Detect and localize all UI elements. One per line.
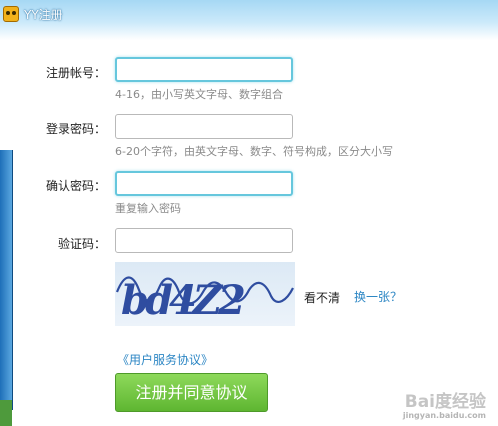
- password-label: 登录密码：: [45, 122, 106, 136]
- captcha-image[interactable]: bd4Z2: [115, 262, 295, 326]
- background-window-strip: [0, 400, 12, 426]
- captcha-label: 验证码：: [57, 237, 106, 251]
- change-captcha-link[interactable]: 换一张？: [354, 288, 402, 305]
- password-input[interactable]: [115, 114, 293, 139]
- captcha-graphic: bd4Z2: [115, 276, 294, 324]
- confirm-password-input[interactable]: [115, 171, 293, 196]
- yy-app-icon: [3, 6, 19, 22]
- user-agreement-link[interactable]: 《用户服务协议》: [117, 351, 213, 368]
- title-bar: YY注册: [0, 0, 498, 40]
- confirm-password-hint: 重复输入密码: [115, 202, 181, 215]
- account-hint: 4-16，由小写英文字母、数字组合: [115, 88, 283, 101]
- background-window-edge: [0, 150, 13, 410]
- cant-see-text: 看不清: [304, 291, 341, 305]
- confirm-password-label: 确认密码：: [45, 179, 106, 193]
- watermark-main: Bai度经验: [405, 391, 487, 412]
- password-hint: 6-20个字符，由英文字母、数字、符号构成，区分大小写: [115, 145, 393, 158]
- baidu-jingyan-watermark: Bai度经验 jingyan.baidu.com: [362, 387, 492, 421]
- register-agree-button[interactable]: 注册并同意协议: [115, 373, 268, 412]
- account-input[interactable]: [115, 57, 293, 82]
- captcha-input[interactable]: [115, 228, 293, 253]
- window-title: YY注册: [24, 8, 63, 22]
- watermark-graphic: Bai度经验 jingyan.baidu.com: [402, 391, 487, 420]
- watermark-sub: jingyan.baidu.com: [402, 411, 486, 420]
- account-label: 注册帐号：: [45, 66, 106, 80]
